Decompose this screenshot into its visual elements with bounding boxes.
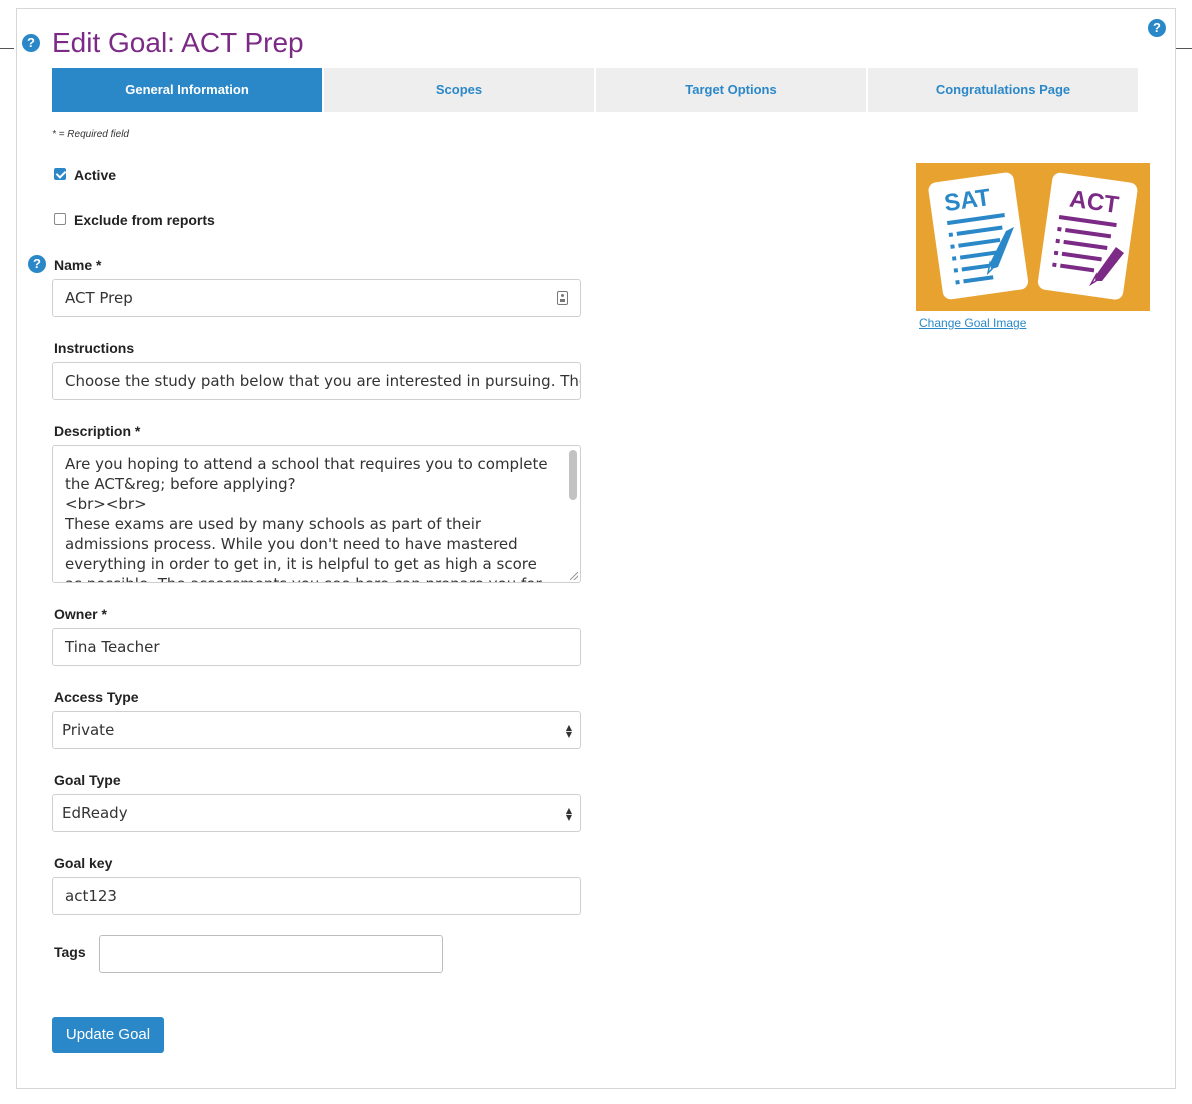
owner-value: Tina Teacher: [65, 638, 160, 656]
instructions-value: Choose the study path below that you are…: [65, 372, 581, 390]
description-value: Are you hoping to attend a school that r…: [65, 455, 548, 582]
select-arrows-icon: ▲ ▼: [565, 723, 572, 739]
goal-image: SAT ACT: [916, 163, 1150, 311]
change-goal-image-link[interactable]: Change Goal Image: [919, 316, 1026, 330]
description-textarea[interactable]: Are you hoping to attend a school that r…: [52, 445, 581, 583]
page-title: Edit Goal: ACT Prep: [52, 27, 304, 58]
goal-key-label: Goal key: [54, 855, 113, 871]
help-icon[interactable]: ?: [1148, 19, 1166, 37]
tab-bar: General Information Scopes Target Option…: [52, 68, 1140, 112]
exclude-from-reports-label: Exclude from reports: [74, 212, 215, 228]
divider-right: [1176, 48, 1192, 49]
update-goal-button[interactable]: Update Goal: [52, 1017, 164, 1053]
instructions-input[interactable]: Choose the study path below that you are…: [52, 362, 581, 400]
goal-key-input[interactable]: act123: [52, 877, 581, 915]
name-value: ACT Prep: [65, 289, 133, 307]
goal-type-label: Goal Type: [54, 772, 121, 788]
description-scrollbar[interactable]: [569, 450, 577, 500]
tab-general-information[interactable]: General Information: [52, 68, 322, 112]
goal-key-value: act123: [65, 887, 117, 905]
access-type-select[interactable]: Private ▲ ▼: [52, 711, 581, 749]
divider-left: [0, 48, 14, 49]
name-label: Name *: [54, 257, 102, 273]
sat-act-illustration: SAT ACT: [928, 172, 1138, 300]
instructions-label: Instructions: [54, 340, 135, 356]
name-help-icon[interactable]: ?: [28, 255, 46, 273]
tags-label: Tags: [54, 944, 86, 960]
owner-label: Owner *: [54, 606, 107, 622]
exclude-from-reports-checkbox[interactable]: [54, 213, 66, 225]
tab-target-options[interactable]: Target Options: [596, 68, 866, 112]
name-input[interactable]: ACT Prep: [52, 279, 581, 317]
select-arrows-icon: ▲ ▼: [565, 806, 572, 822]
tab-congratulations-page[interactable]: Congratulations Page: [868, 68, 1138, 112]
tags-input[interactable]: [99, 935, 443, 973]
resize-handle-icon[interactable]: [570, 572, 578, 580]
required-field-note: * = Required field: [52, 129, 129, 140]
access-type-label: Access Type: [54, 689, 139, 705]
help-icon[interactable]: ?: [22, 34, 40, 52]
contact-card-icon[interactable]: [557, 291, 568, 305]
description-label: Description *: [54, 423, 141, 439]
goal-type-select[interactable]: EdReady ▲ ▼: [52, 794, 581, 832]
active-label: Active: [74, 167, 117, 183]
active-checkbox[interactable]: [54, 168, 66, 180]
tab-scopes[interactable]: Scopes: [324, 68, 594, 112]
goal-type-value: EdReady: [62, 804, 128, 822]
access-type-value: Private: [62, 721, 115, 739]
owner-input[interactable]: Tina Teacher: [52, 628, 581, 666]
